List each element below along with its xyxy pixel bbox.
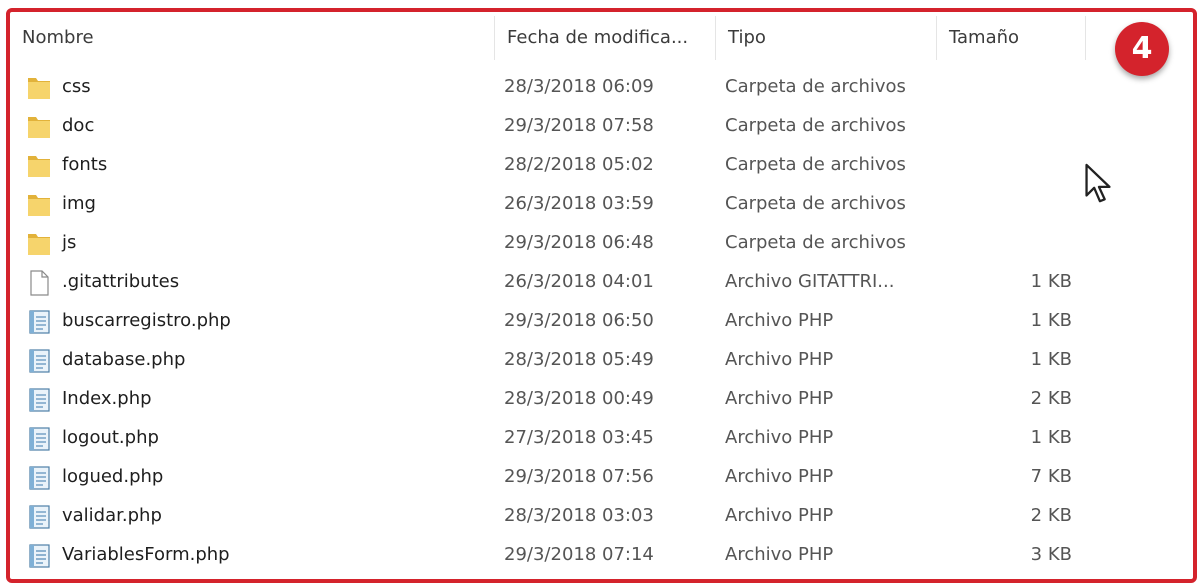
folder-icon [26,191,52,219]
file-type: Carpeta de archivos [725,232,906,253]
file-icon [26,269,52,297]
mouse-pointer-icon [1085,163,1111,203]
folder-icon [26,152,52,180]
file-name: database.php [62,349,186,370]
file-date: 26/3/2018 04:01 [504,271,654,292]
file-row[interactable]: Index.php 28/3/2018 00:49 Archivo PHP 2 KB [10,380,1110,418]
php-file-icon [26,347,52,375]
file-size: 2 KB [1030,505,1072,526]
php-file-icon [26,503,52,531]
file-name: js [62,232,77,253]
file-row[interactable]: VariablesForm.php 29/3/2018 07:14 Archivo … [10,536,1110,574]
file-name: fonts [62,154,108,175]
file-date: 28/2/2018 05:02 [504,154,654,175]
column-header-date[interactable]: Fecha de modifica... [494,16,715,60]
file-size: 1 KB [1030,310,1072,331]
file-size: 1 KB [1030,271,1072,292]
file-type: Carpeta de archivos [725,154,906,175]
file-type: Archivo PHP [725,505,834,526]
file-row[interactable]: doc 29/3/2018 07:58 Carpeta de archivos [10,107,1110,145]
file-name: validar.php [62,505,162,526]
php-file-icon [26,386,52,414]
file-name: logout.php [62,427,159,448]
file-type: Archivo PHP [725,349,834,370]
php-file-icon [26,464,52,492]
column-header-size[interactable]: Tamaño [936,16,1086,60]
file-date: 28/3/2018 00:49 [504,388,654,409]
folder-icon [26,230,52,258]
step-number-badge: 4 [1115,22,1169,76]
file-size: 7 KB [1030,466,1072,487]
file-row[interactable]: database.php 28/3/2018 05:49 Archivo PHP 1 … [10,341,1110,379]
file-name: buscarregistro.php [62,310,231,331]
file-type: Archivo PHP [725,427,834,448]
folder-icon [26,113,52,141]
file-row[interactable]: logout.php 27/3/2018 03:45 Archivo PHP 1 KB [10,419,1110,457]
file-row[interactable]: fonts 28/2/2018 05:02 Carpeta de archivos [10,146,1110,184]
file-date: 29/3/2018 07:56 [504,466,654,487]
file-date: 29/3/2018 06:48 [504,232,654,253]
file-name: VariablesForm.php [62,544,230,565]
file-date: 27/3/2018 03:45 [504,427,654,448]
file-date: 29/3/2018 06:50 [504,310,654,331]
file-type: Archivo PHP [725,310,834,331]
file-type: Archivo PHP [725,466,834,487]
file-name: doc [62,115,95,136]
file-type: Carpeta de archivos [725,76,906,97]
file-size: 2 KB [1030,388,1072,409]
file-type: Carpeta de archivos [725,193,906,214]
file-name: css [62,76,91,97]
file-date: 28/3/2018 06:09 [504,76,654,97]
file-name: .gitattributes [62,271,180,292]
column-header-type[interactable]: Tipo [715,16,936,60]
file-row[interactable]: img 26/3/2018 03:59 Carpeta de archivos [10,185,1110,223]
file-name: logued.php [62,466,164,487]
file-name: Index.php [62,388,152,409]
php-file-icon [26,542,52,570]
file-type: Archivo PHP [725,544,834,565]
file-date: 26/3/2018 03:59 [504,193,654,214]
column-header-name[interactable]: Nombre [10,16,494,60]
file-date: 29/3/2018 07:58 [504,115,654,136]
file-date: 28/3/2018 03:03 [504,505,654,526]
file-name: img [62,193,96,214]
file-size: 1 KB [1030,349,1072,370]
file-type: Archivo PHP [725,388,834,409]
file-row[interactable]: logued.php 29/3/2018 07:56 Archivo PHP 7 KB [10,458,1110,496]
file-row[interactable]: js 29/3/2018 06:48 Carpeta de archivos [10,224,1110,262]
php-file-icon [26,308,52,336]
file-row[interactable]: css 28/3/2018 06:09 Carpeta de archivos [10,68,1110,106]
file-date: 29/3/2018 07:14 [504,544,654,565]
file-row[interactable]: buscarregistro.php 29/3/2018 06:50 Archivo… [10,302,1110,340]
file-type: Archivo GITATTRI... [725,271,895,292]
file-type: Carpeta de archivos [725,115,906,136]
file-row[interactable]: .gitattributes 26/3/2018 04:01 Archivo GIT… [10,263,1110,301]
file-date: 28/3/2018 05:49 [504,349,654,370]
folder-icon [26,74,52,102]
file-row[interactable]: validar.php 28/3/2018 03:03 Archivo PHP 2 K… [10,497,1110,535]
file-list-panel: Nombre Fecha de modifica... Tipo Tamaño … [6,8,1197,583]
file-size: 3 KB [1030,544,1072,565]
file-size: 1 KB [1030,427,1072,448]
php-file-icon [26,425,52,453]
column-header-row: Nombre Fecha de modifica... Tipo Tamaño [10,16,1193,60]
